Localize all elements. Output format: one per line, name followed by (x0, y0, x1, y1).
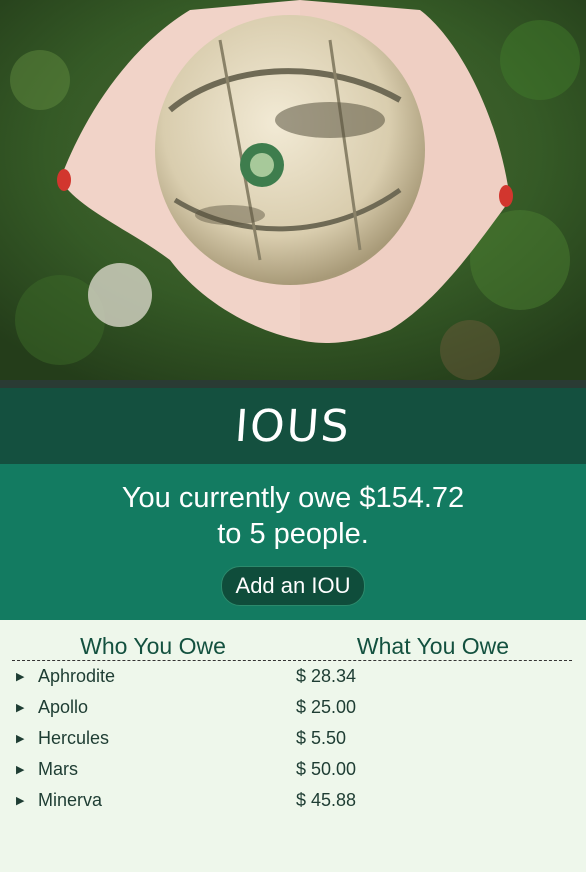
triangle-right-icon[interactable]: ▶ (12, 732, 38, 745)
amount-owed: $ 50.00 (296, 759, 357, 779)
hero-divider (0, 380, 586, 388)
hero-image (0, 0, 586, 380)
amount-owed: $ 25.00 (296, 697, 357, 717)
person-name: Hercules (38, 728, 110, 748)
amount-owed: $ 45.88 (296, 790, 357, 810)
amount-owed: $ 5.50 (296, 728, 347, 748)
table-row[interactable]: ▶ Apollo $ 25.00 (12, 692, 572, 723)
summary-band: You currently owe $154.72 to 5 people. A… (0, 464, 586, 620)
table-header: Who You Owe What You Owe (12, 630, 572, 661)
table-row[interactable]: ▶ Aphrodite $ 28.34 (12, 661, 572, 692)
table-row[interactable]: ▶ Hercules $ 5.50 (12, 723, 572, 754)
iou-table: Who You Owe What You Owe ▶ Aphrodite $ 28… (0, 620, 586, 816)
header-what-you-owe: What You Owe (356, 633, 510, 659)
owe-summary: You currently owe $154.72 to 5 people. (0, 464, 586, 552)
table-row[interactable]: ▶ Mars $ 50.00 (12, 754, 572, 785)
triangle-right-icon[interactable]: ▶ (12, 701, 38, 714)
owe-summary-line1: You currently owe $154.72 (121, 482, 465, 514)
owe-summary-line2: to 5 people. (217, 518, 369, 550)
title-band: IOUS (0, 388, 586, 464)
amount-owed: $ 28.34 (296, 666, 357, 686)
person-name: Apollo (38, 697, 89, 717)
header-who-you-owe: Who You Owe (80, 633, 226, 659)
hands-holding-money-image (0, 0, 586, 380)
triangle-right-icon[interactable]: ▶ (12, 794, 38, 807)
triangle-right-icon[interactable]: ▶ (12, 670, 38, 683)
person-name: Mars (38, 759, 78, 779)
triangle-right-icon[interactable]: ▶ (12, 763, 38, 776)
person-name: Aphrodite (38, 666, 116, 686)
app-title: IOUS (233, 400, 353, 452)
table-row[interactable]: ▶ Minerva $ 45.88 (12, 785, 572, 816)
add-iou-button[interactable]: Add an IOU (220, 566, 366, 606)
person-name: Minerva (38, 790, 103, 810)
